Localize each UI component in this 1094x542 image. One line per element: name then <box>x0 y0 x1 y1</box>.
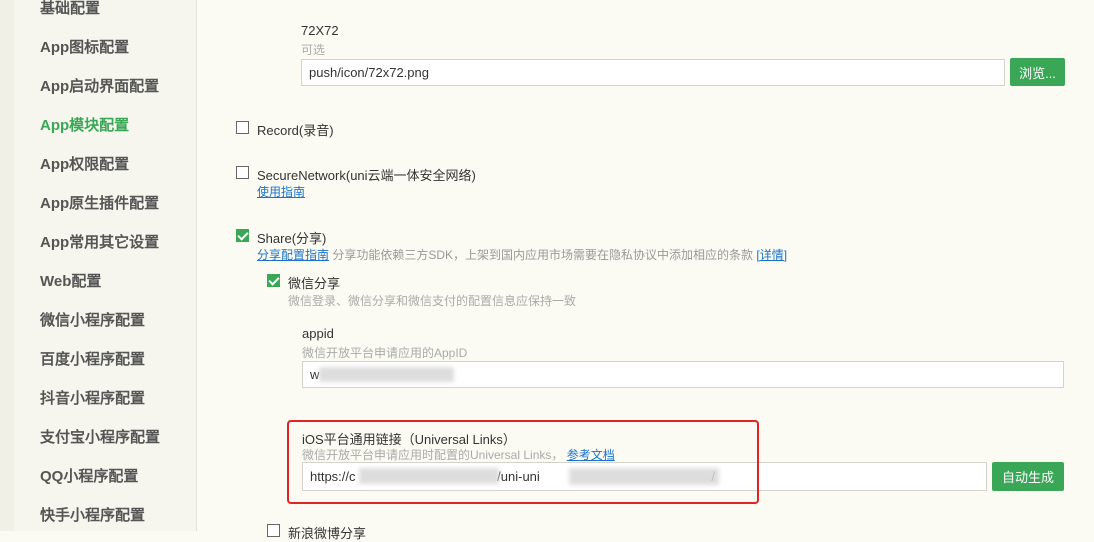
sidebar-item-wechat-mp[interactable]: 微信小程序配置 <box>40 309 145 330</box>
secure-network-label: SecureNetwork(uni云端一体安全网络) <box>257 168 476 183</box>
sidebar-edge <box>0 0 14 531</box>
sidebar-item-qq-mp[interactable]: QQ小程序配置 <box>40 465 138 486</box>
sidebar-item-douyin-mp[interactable]: 抖音小程序配置 <box>40 387 145 408</box>
appid-title: appid <box>302 326 334 341</box>
wechat-share-label: 微信分享 <box>288 276 341 291</box>
sidebar-item-app-icon[interactable]: App图标配置 <box>40 36 129 57</box>
weibo-share-label: 新浪微博分享 <box>288 526 367 541</box>
secure-network-checkbox[interactable] <box>236 166 249 179</box>
sidebar-item-basic[interactable]: 基础配置 <box>40 0 100 18</box>
share-detail-link[interactable]: [详情] <box>756 248 787 262</box>
wechat-share-checkbox[interactable] <box>267 274 280 287</box>
settings-sidebar: 基础配置 App图标配置 App启动界面配置 App模块配置 App权限配置 A… <box>0 0 197 531</box>
sidebar-item-app-modules[interactable]: App模块配置 <box>40 114 129 135</box>
wechat-share-hint: 微信登录、微信分享和微信支付的配置信息应保持一致 <box>288 294 577 308</box>
sidebar-item-app-permissions[interactable]: App权限配置 <box>40 153 129 174</box>
sidebar-item-app-splash[interactable]: App启动界面配置 <box>40 75 159 96</box>
sidebar-item-web[interactable]: Web配置 <box>40 270 101 291</box>
secure-network-guide-link[interactable]: 使用指南 <box>257 183 305 200</box>
sidebar-item-baidu-mp[interactable]: 百度小程序配置 <box>40 348 145 369</box>
share-config-guide-link[interactable]: 分享配置指南 <box>257 248 329 262</box>
highlight-annotation-box <box>287 420 759 504</box>
share-note-line: 分享配置指南 分享功能依赖三方SDK，上架到国内应用市场需要在隐私协议中添加相应… <box>257 246 787 263</box>
share-checkbox[interactable] <box>236 229 249 242</box>
appid-value: w <box>310 367 320 382</box>
sidebar-item-kuaishou-mp[interactable]: 快手小程序配置 <box>40 504 145 525</box>
icon72-hint: 可选 <box>301 43 326 57</box>
sidebar-item-alipay-mp[interactable]: 支付宝小程序配置 <box>40 426 160 447</box>
sidebar-item-app-native-plugins[interactable]: App原生插件配置 <box>40 192 159 213</box>
redaction-blur <box>319 367 454 382</box>
record-checkbox[interactable] <box>236 121 249 134</box>
sidebar-item-app-other-settings[interactable]: App常用其它设置 <box>40 231 159 252</box>
appid-hint: 微信开放平台申请应用的AppID <box>302 346 468 360</box>
auto-generate-button[interactable]: 自动生成 <box>992 462 1064 491</box>
share-note: 分享功能依赖三方SDK，上架到国内应用市场需要在隐私协议中添加相应的条款 <box>332 248 754 262</box>
icon72-title: 72X72 <box>301 23 339 38</box>
record-label: Record(录音) <box>257 123 334 138</box>
icon72-path-input[interactable]: push/icon/72x72.png <box>301 59 1005 86</box>
share-label: Share(分享) <box>257 231 327 246</box>
browse-button[interactable]: 浏览... <box>1010 58 1065 86</box>
module-settings-panel: 72X72 可选 push/icon/72x72.png 浏览... Recor… <box>197 0 1094 541</box>
